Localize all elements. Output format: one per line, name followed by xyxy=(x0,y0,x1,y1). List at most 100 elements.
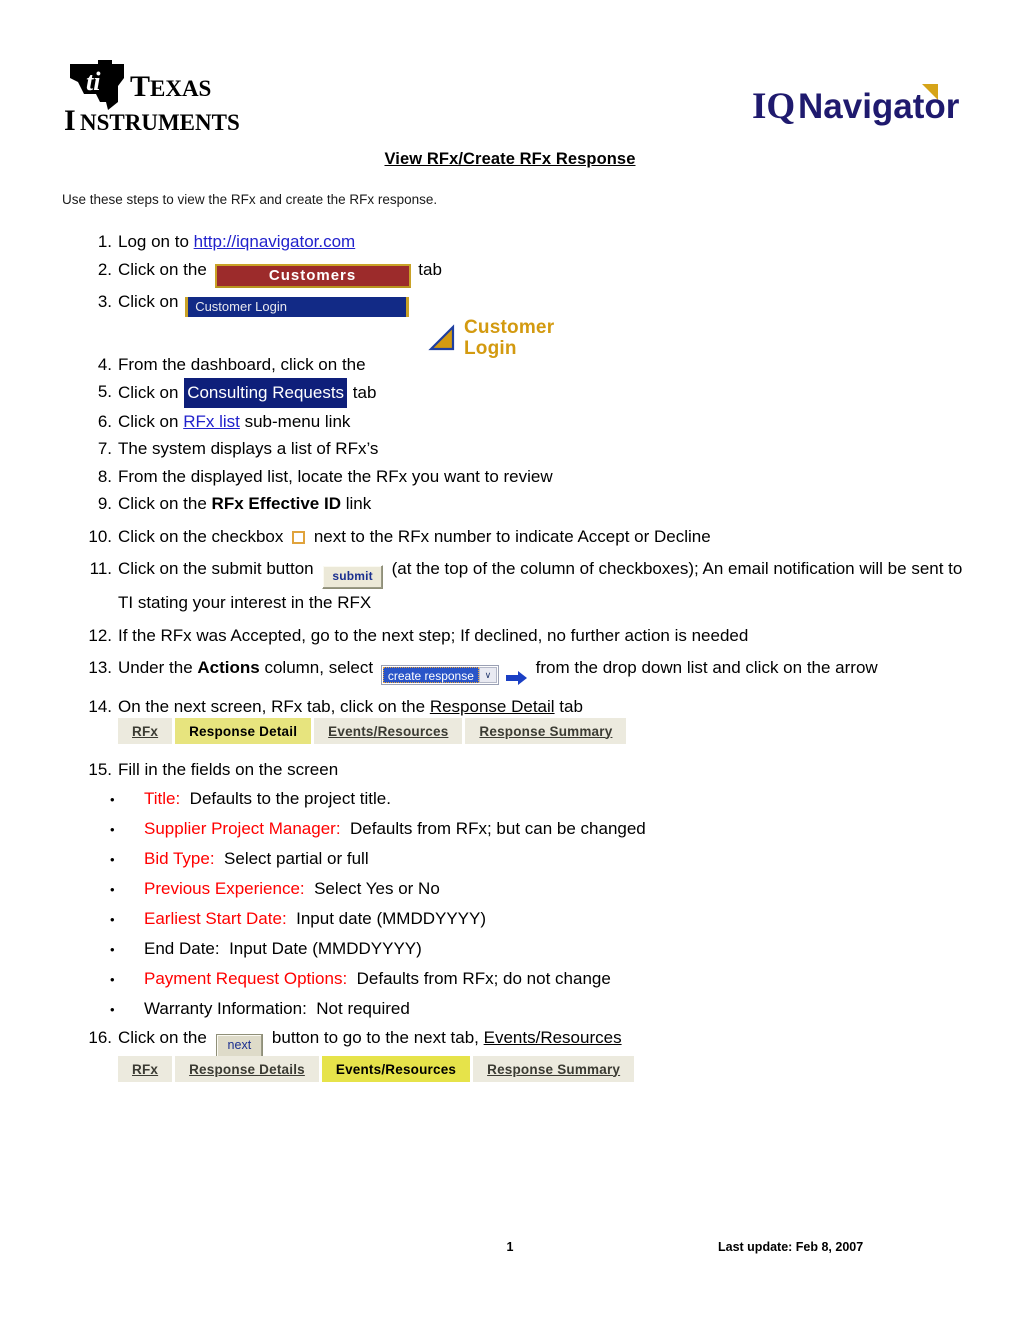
step-body: Click on Consulting Requests tab xyxy=(118,378,978,408)
bullet-content: Warranty Information: Not required xyxy=(144,994,410,1023)
step-number: 13. xyxy=(88,658,112,677)
step-number: 16. xyxy=(88,1028,112,1047)
tab-rfx[interactable]: RFx xyxy=(118,718,173,744)
step-text: Click on the xyxy=(118,494,212,513)
tab-response-summary[interactable]: Response Summary xyxy=(473,1056,635,1082)
field-label: Title: xyxy=(144,789,181,808)
tab-response-detail[interactable]: Response Detail xyxy=(175,718,312,744)
step-1: 1. Log on to http://iqnavigator.com xyxy=(78,228,978,256)
bullet-marker: • xyxy=(110,912,115,927)
step-number: 3. xyxy=(97,291,112,311)
document-header: ti T EXAS I NSTRUMENTS IQ Navigator xyxy=(0,0,1020,136)
field-description: Defaults from RFx; but can be changed xyxy=(350,819,646,838)
bullet-content: Earliest Start Date: Input date (MMDDYYY… xyxy=(144,904,486,933)
bullet-earliest-start-date: • Earliest Start Date: Input date (MMDDY… xyxy=(110,904,930,934)
step-body: If the RFx was Accepted, go to the next … xyxy=(118,625,749,645)
submit-button-widget[interactable]: submit xyxy=(322,565,383,589)
step-number: 5. xyxy=(97,382,112,401)
last-update-text: Last update: Feb 8, 2007 xyxy=(718,1240,864,1254)
iqnavigator-logo: IQ Navigator xyxy=(752,82,964,128)
customer-login-line1: Customer xyxy=(464,317,555,338)
step-text: next to the RFx number to indicate Accep… xyxy=(309,526,711,546)
customer-login-line2: Login xyxy=(464,338,517,359)
svg-text:NSTRUMENTS: NSTRUMENTS xyxy=(80,110,240,135)
bullet-title: • Title: Defaults to the project title. xyxy=(110,784,930,814)
svg-text:Navigator: Navigator xyxy=(798,87,960,126)
step-body: Click on the Customers tab xyxy=(118,256,978,288)
step-9: 9. Click on the RFx Effective ID link xyxy=(78,490,978,518)
bullet-payment-request-options: • Payment Request Options: Defaults from… xyxy=(110,964,930,994)
rfx-list-link[interactable]: RFx list xyxy=(183,412,240,431)
step-text: From the dashboard, click on the xyxy=(118,354,366,374)
document-page: ti T EXAS I NSTRUMENTS IQ Navigator View… xyxy=(0,0,1020,1320)
step-12: 12. If the RFx was Accepted, go to the n… xyxy=(78,622,978,650)
bullet-previous-experience: • Previous Experience: Select Yes or No xyxy=(110,874,930,904)
create-response-dropdown-widget[interactable]: create response ∨ xyxy=(380,660,528,688)
chevron-down-icon[interactable]: ∨ xyxy=(478,666,497,683)
intro-text: Use these steps to view the RFx and crea… xyxy=(62,192,438,207)
customers-tab-widget[interactable]: Customers xyxy=(214,263,411,288)
step-number: 7. xyxy=(97,439,112,458)
right-arrow-icon[interactable] xyxy=(505,667,528,685)
step-text: On the next screen, RFx tab, click on th… xyxy=(118,696,430,716)
iqnavigator-url-link[interactable]: http://iqnavigator.com xyxy=(194,232,356,251)
field-label: End Date: xyxy=(144,939,220,958)
field-description: Select partial or full xyxy=(224,849,369,868)
step-text: tab xyxy=(348,383,377,402)
step-number: 8. xyxy=(97,466,112,486)
field-description: Input Date (MMDDYYYY) xyxy=(229,939,422,958)
tab-events-resources[interactable]: Events/Resources xyxy=(321,1056,471,1082)
step-text: Under the xyxy=(118,658,198,677)
bullet-marker: • xyxy=(110,942,115,957)
step-body: Click on RFx list sub-menu link xyxy=(118,408,978,436)
tab-response-details[interactable]: Response Details xyxy=(175,1056,319,1082)
tab-events-resources[interactable]: Events/Resources xyxy=(314,718,463,744)
field-label: Previous Experience: xyxy=(144,879,305,898)
customer-login-button-widget[interactable]: Customer Login xyxy=(185,296,410,317)
step-10: 10. Click on the checkbox next to the RF… xyxy=(78,523,978,551)
step-body: On the next screen, RFx tab, click on th… xyxy=(118,693,978,721)
step-7: 7. The system displays a list of RFx’s xyxy=(78,435,978,463)
consulting-requests-tab-widget[interactable]: Consulting Requests xyxy=(184,378,348,408)
field-label: Supplier Project Manager: xyxy=(144,819,341,838)
page-number: 1 xyxy=(506,1240,514,1254)
step-number: 10. xyxy=(88,526,112,546)
tab-response-summary[interactable]: Response Summary xyxy=(465,718,627,744)
step-text: Click on xyxy=(118,291,184,311)
field-description: Defaults from RFx; do not change xyxy=(356,969,611,988)
svg-text:I: I xyxy=(64,104,76,136)
step-text: column, select xyxy=(259,658,378,677)
events-resources-tab-reference[interactable]: Events/Resources xyxy=(484,1028,622,1047)
svg-text:IQ: IQ xyxy=(752,86,795,127)
step-text: tab xyxy=(554,696,583,716)
field-label: Payment Request Options: xyxy=(144,969,348,988)
step-number: 1. xyxy=(97,232,112,251)
customer-login-graphic-widget[interactable]: Customer Login xyxy=(428,314,588,362)
step-text: Click on the xyxy=(118,259,212,279)
checkbox-icon[interactable] xyxy=(292,530,306,544)
step-8: 8. From the displayed list, locate the R… xyxy=(78,463,978,491)
bullet-content: Title: Defaults to the project title. xyxy=(144,784,391,813)
page-title: View RFx/Create RFx Response xyxy=(384,150,636,168)
bullet-bid-type: • Bid Type: Select partial or full xyxy=(110,844,930,874)
step-body: Click on the RFx Effective ID link xyxy=(118,490,978,518)
bullet-content: Supplier Project Manager: Defaults from … xyxy=(144,814,646,843)
field-bullets-list: • Title: Defaults to the project title. … xyxy=(110,784,930,1024)
dropdown-selected-value: create response xyxy=(382,666,479,683)
bullet-content: Payment Request Options: Defaults from R… xyxy=(144,964,611,993)
texas-instruments-logo: ti T EXAS I NSTRUMENTS xyxy=(62,58,272,136)
step-number: 6. xyxy=(97,411,112,431)
step-body: Click on the submit button submit (at th… xyxy=(118,555,978,617)
tab-rfx[interactable]: RFx xyxy=(118,1056,173,1082)
step-text: Click on the checkbox xyxy=(118,526,289,546)
step-number: 4. xyxy=(97,354,112,374)
bullet-marker: • xyxy=(110,822,115,837)
response-detail-tab-reference[interactable]: Response Detail xyxy=(430,697,555,716)
step-body: Log on to http://iqnavigator.com xyxy=(118,228,978,256)
rfx-effective-id-label: RFx Effective ID xyxy=(211,494,341,513)
step-text: from the drop down list and click on the… xyxy=(530,658,878,677)
step-body: Under the Actions column, select create … xyxy=(118,654,978,688)
dropdown-box[interactable]: create response ∨ xyxy=(380,664,499,685)
step-number: 15. xyxy=(88,760,112,779)
step-13: 13. Under the Actions column, select cre… xyxy=(78,654,978,688)
